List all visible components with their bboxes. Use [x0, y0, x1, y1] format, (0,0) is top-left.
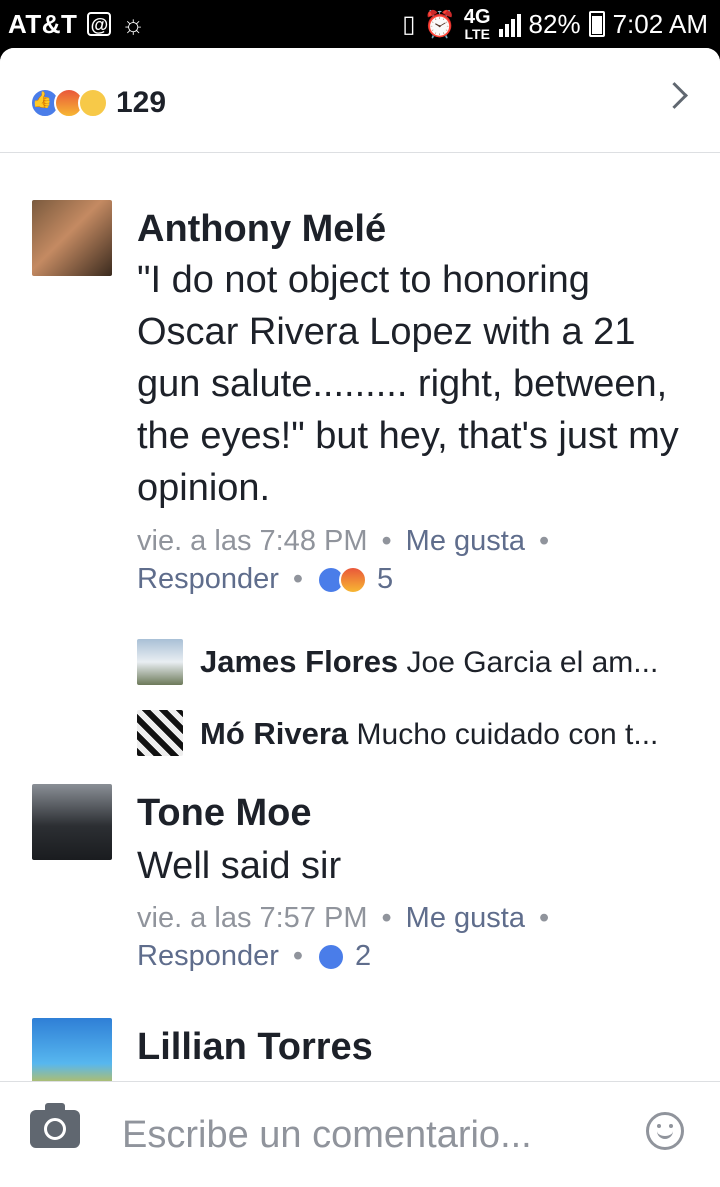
comment-time: vie. a las 7:57 PM — [137, 902, 368, 934]
battery-percent: 82% — [528, 8, 581, 39]
comment-thread[interactable]: Anthony Melé "I do not object to honorin… — [0, 152, 720, 1082]
like-button[interactable]: Me gusta — [406, 525, 525, 557]
reply-author: Mó Rivera — [200, 716, 349, 751]
comment-reaction-count[interactable]: 5 — [377, 563, 393, 595]
reaction-count: 129 — [116, 86, 167, 119]
comment-composer — [0, 1081, 720, 1187]
sad-icon — [78, 88, 108, 118]
battery-icon — [588, 11, 605, 37]
angry-icon — [339, 566, 368, 595]
network-sub-label: LTE — [464, 26, 490, 42]
weather-sleep-icon: ☼ — [121, 8, 146, 39]
clock: 7:02 AM — [612, 8, 708, 39]
comment-meta: vie. a las 7:48 PM • Me gusta • Responder • 5 — [137, 525, 550, 595]
reply-text: Joe Garcia el am... — [406, 646, 659, 679]
avatar[interactable] — [32, 784, 112, 860]
alarm-icon: ⏰ — [423, 8, 456, 39]
comment-author[interactable]: Tone Moe — [137, 792, 312, 835]
reply-author: James Flores — [200, 644, 399, 679]
reply-button[interactable]: Responder — [137, 563, 279, 595]
reply-preview[interactable]: James Flores Joe Garcia el am... — [200, 644, 658, 680]
chevron-right-icon[interactable] — [661, 82, 688, 109]
network-icon: 4G LTE — [464, 7, 491, 41]
carrier-label: AT&T — [8, 8, 78, 39]
reactions-header[interactable]: 129 — [0, 48, 720, 153]
comment-text: "I do not object to honoring Oscar River… — [137, 259, 679, 509]
reply-button[interactable]: Responder — [137, 940, 279, 972]
comment-text: Well said sir — [137, 845, 342, 887]
signal-icon — [498, 11, 521, 37]
reply-text: Mucho cuidado con t... — [356, 718, 659, 751]
comment-time: vie. a las 7:48 PM — [137, 525, 368, 557]
avatar[interactable] — [32, 1018, 112, 1082]
emoji-icon[interactable] — [646, 1112, 684, 1150]
comment-author[interactable]: Anthony Melé — [137, 208, 386, 251]
comment-author[interactable]: Lillian Torres — [137, 1026, 373, 1069]
reaction-summary[interactable]: 129 — [30, 86, 166, 120]
at-icon: @ — [87, 12, 112, 36]
avatar[interactable] — [137, 710, 183, 756]
network-label: 4G — [463, 6, 491, 28]
comment-input[interactable] — [120, 1104, 624, 1166]
comment-reaction-count[interactable]: 2 — [355, 940, 371, 972]
comment-meta: vie. a las 7:57 PM • Me gusta • Responder • 2 — [137, 902, 550, 972]
status-bar: AT&T @ ☼ ▯ ⏰ 4G LTE 82% 7:02 AM — [0, 0, 720, 48]
avatar[interactable] — [32, 200, 112, 276]
avatar[interactable] — [137, 639, 183, 685]
camera-icon[interactable] — [30, 1103, 80, 1148]
vibrate-icon: ▯ — [402, 10, 416, 38]
like-button[interactable]: Me gusta — [406, 902, 525, 934]
reply-preview[interactable]: Mó Rivera Mucho cuidado con t... — [200, 716, 658, 752]
like-icon — [317, 943, 346, 972]
comments-sheet: 129 Anthony Melé "I do not object to hon… — [0, 48, 720, 1187]
